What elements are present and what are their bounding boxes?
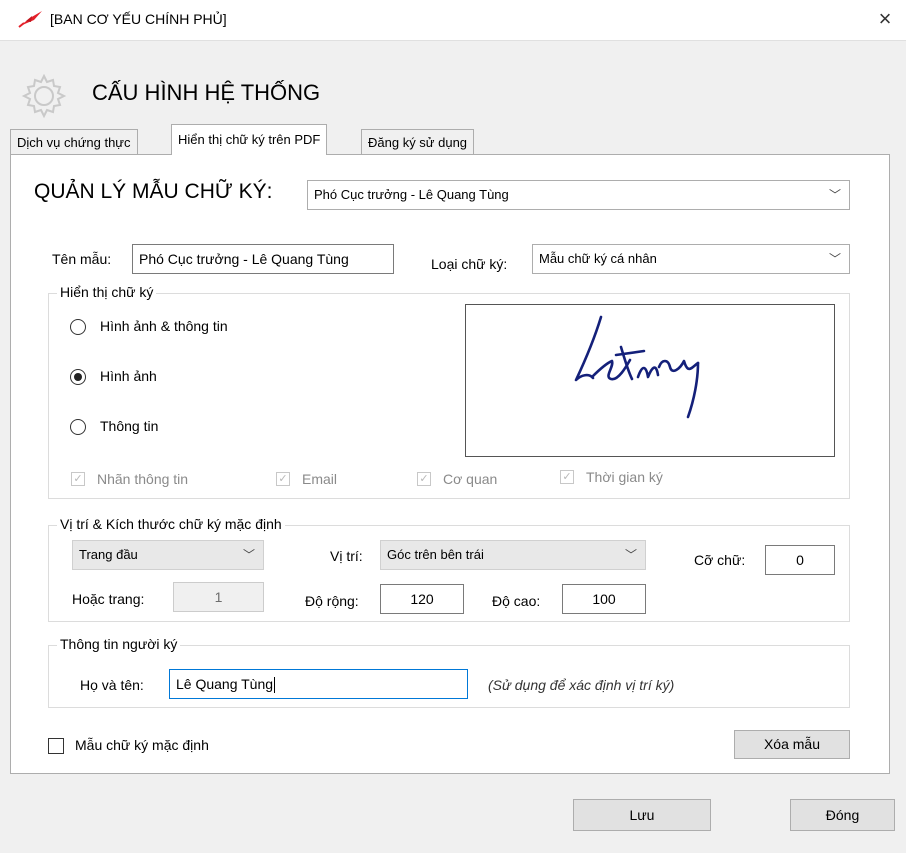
feather-pen-icon [18,10,44,31]
radio-image[interactable] [70,369,86,385]
checkbox-organization-text: Cơ quan [443,471,498,487]
close-button[interactable]: Đóng [790,799,895,831]
radio-info-label: Thông tin [100,418,159,434]
height-input[interactable]: 100 [562,584,646,614]
position-size-legend: Vị trí & Kích thước chữ ký mặc định [57,516,285,532]
signer-name-input[interactable]: Lê Quang Tùng [169,669,468,699]
checkbox-email-text: Email [302,471,338,487]
default-template-checkbox[interactable] [48,738,64,754]
radio-image-and-info[interactable] [70,319,86,335]
height-label: Độ cao: [492,593,541,609]
template-manager-label: QUẢN LÝ MẪU CHỮ KÝ: [34,180,273,203]
radio-info[interactable] [70,419,86,435]
template-name-input[interactable]: Phó Cục trưởng - Lê Quang Tùng [132,244,394,274]
position-select-value: Góc trên bên trái [387,547,484,562]
chevron-down-icon: ﹀ [624,548,637,562]
page-title: CẤU HÌNH HỆ THỐNG [92,80,321,105]
gear-icon [18,70,70,125]
font-size-label: Cỡ chữ: [694,552,746,568]
tab-authentication-service[interactable]: Dịch vụ chứng thực [10,129,138,154]
width-label: Độ rộng: [305,593,359,609]
signer-name-value: Lê Quang Tùng [176,676,274,692]
signature-type-select[interactable]: Mẫu chữ ký cá nhân ﹀ [532,244,850,274]
page-select[interactable]: Trang đầu ﹀ [72,540,264,570]
chevron-down-icon: ﹀ [242,548,255,562]
checkbox-sign-time-text: Thời gian ký [586,469,663,485]
checkbox-sign-time[interactable]: ✓ [560,470,574,484]
signature-image [574,315,700,419]
position-select[interactable]: Góc trên bên trái ﹀ [380,540,646,570]
template-name-label: Tên mẫu: [52,251,112,267]
window-title: [BAN CƠ YẾU CHÍNH PHỦ] [50,11,227,27]
signature-preview [465,304,835,457]
radio-image-and-info-label: Hình ảnh & thông tin [100,318,228,334]
chevron-down-icon: ﹀ [828,188,841,202]
checkbox-info-label-text: Nhãn thông tin [97,471,189,487]
title-bar: [BAN CƠ YẾU CHÍNH PHỦ] × [0,0,906,41]
checkbox-organization[interactable]: ✓ [417,472,431,486]
or-page-label: Hoặc trang: [72,591,145,607]
or-page-input[interactable]: 1 [173,582,264,612]
close-icon[interactable]: × [870,4,900,34]
save-button[interactable]: Lưu [573,799,711,831]
tab-registration[interactable]: Đăng ký sử dụng [361,129,475,154]
radio-image-label: Hình ảnh [100,368,157,384]
signature-display-legend: Hiển thị chữ ký [57,284,157,300]
default-template-label: Mẫu chữ ký mặc định [75,737,209,753]
signer-name-hint: (Sử dụng để xác định vị trí ký) [488,677,675,693]
template-select-value: Phó Cục trưởng - Lê Quang Tùng [314,187,509,202]
signer-name-label: Họ và tên: [80,677,144,693]
font-size-input[interactable]: 0 [765,545,835,575]
width-input[interactable]: 120 [380,584,464,614]
template-select[interactable]: Phó Cục trưởng - Lê Quang Tùng ﹀ [307,180,850,210]
signer-info-legend: Thông tin người ký [57,636,181,652]
signature-type-value: Mẫu chữ ký cá nhân [539,251,657,266]
signature-type-label: Loại chữ ký: [431,256,508,272]
delete-template-button[interactable]: Xóa mẫu [734,730,850,759]
tab-pdf-signature-display[interactable]: Hiển thị chữ ký trên PDF [171,124,328,155]
page-select-value: Trang đầu [79,547,138,562]
chevron-down-icon: ﹀ [828,252,841,266]
checkbox-email[interactable]: ✓ [276,472,290,486]
checkbox-info-label[interactable]: ✓ [71,472,85,486]
position-label: Vị trí: [330,548,363,564]
